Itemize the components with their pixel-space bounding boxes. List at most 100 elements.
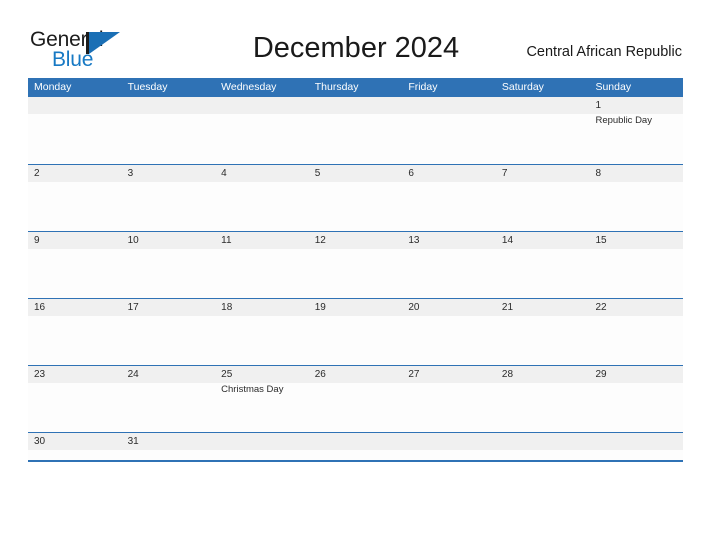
day-number: 23 [34,369,46,380]
calendar-day-cell[interactable]: 2 [28,165,122,231]
calendar-day-cell-empty [215,97,309,164]
day-number: 25 [221,369,233,380]
weekday-header-wednesday: Wednesday [221,81,277,93]
calendar-day-cell[interactable]: 3 [122,165,216,231]
page-header: General Blue December 2024 Central Afric… [0,0,712,78]
calendar-day-cell-empty [309,97,403,164]
calendar-day-cell[interactable]: 1 Republic Day [589,97,683,164]
week-day-cells: 23 24 25 Christmas Day 26 27 28 29 [28,366,683,432]
calendar-day-cell[interactable]: 4 [215,165,309,231]
calendar-day-cell[interactable]: 25 Christmas Day [215,366,309,432]
calendar-day-cell[interactable]: 23 [28,366,122,432]
day-event-label: Christmas Day [221,384,284,395]
day-number: 17 [127,302,139,313]
calendar-day-cell-empty [122,97,216,164]
calendar-day-cell[interactable]: 15 [589,232,683,298]
day-number: 31 [127,436,139,447]
calendar-week-row: 23 24 25 Christmas Day 26 27 28 29 [28,365,683,432]
day-number: 21 [501,302,514,313]
day-number: 27 [408,369,420,380]
day-number: 13 [408,235,420,246]
day-number: 20 [408,302,420,313]
weekday-header-tuesday: Tuesday [127,81,168,93]
day-number: 29 [595,369,607,380]
day-number: 5 [314,168,321,179]
calendar-day-cell[interactable]: 26 [309,366,403,432]
weekday-header-row: Monday Tuesday Wednesday Thursday Friday… [28,78,683,97]
day-number: 3 [127,168,134,179]
day-number: 26 [314,369,326,380]
weekday-header-monday: Monday [34,81,72,93]
weekday-header-thursday: Thursday [314,81,359,93]
calendar-day-cell-empty [402,97,496,164]
week-day-cells: 1 Republic Day [28,97,683,164]
calendar-day-cell[interactable]: 9 [28,232,122,298]
day-number: 8 [595,168,602,179]
day-number: 6 [408,168,414,179]
calendar-week-row: 9 10 11 12 13 14 15 [28,231,683,298]
region-label: Central African Republic [526,44,682,60]
calendar-weeks: 1 Republic Day 2 3 4 5 6 7 8 9 10 11 12 13 14 15 16 17 18 1… [28,97,683,460]
weekday-header-saturday: Saturday [501,81,544,93]
calendar-day-cell[interactable]: 8 [589,165,683,231]
day-number: 28 [501,369,514,380]
calendar-day-cell[interactable]: 22 [589,299,683,365]
day-number: 9 [34,235,40,246]
calendar-day-cell[interactable]: 5 [309,165,403,231]
calendar-day-cell[interactable]: 27 [402,366,496,432]
calendar-day-cell[interactable]: 14 [496,232,590,298]
day-number: 14 [501,235,514,246]
calendar-grid: Monday Tuesday Wednesday Thursday Friday… [28,78,683,462]
day-number: 4 [221,168,227,179]
calendar-day-cell[interactable]: 7 [496,165,590,231]
calendar-day-cell-empty [28,97,122,164]
week-day-cells: 30 31 [28,433,683,460]
calendar-day-cell[interactable]: 18 [215,299,309,365]
calendar-day-cell[interactable]: 29 [589,366,683,432]
calendar-day-cell-empty [496,97,590,164]
day-number: 19 [314,302,326,313]
calendar-bottom-rule [28,460,683,462]
day-number: 30 [34,436,46,447]
day-number: 7 [501,168,508,179]
day-number: 22 [595,302,607,313]
day-number: 11 [221,235,232,246]
day-number: 15 [595,235,607,246]
calendar-day-cell[interactable]: 20 [402,299,496,365]
day-number: 24 [127,369,139,380]
calendar-day-cell-empty [215,433,309,460]
week-day-cells: 9 10 11 12 13 14 15 [28,232,683,298]
calendar-week-row: 2 3 4 5 6 7 8 [28,164,683,231]
weekday-header-friday: Friday [408,81,438,93]
day-number: 2 [34,168,40,179]
calendar-day-cell-empty [589,433,683,460]
weekday-header-sunday: Sunday [595,81,632,93]
day-number: 1 [595,100,602,111]
calendar-week-row: 16 17 18 19 20 21 22 [28,298,683,365]
calendar-day-cell[interactable]: 6 [402,165,496,231]
calendar-day-cell[interactable]: 11 [215,232,309,298]
day-number: 18 [221,302,233,313]
week-day-cells: 2 3 4 5 6 7 8 [28,165,683,231]
calendar-day-cell[interactable]: 21 [496,299,590,365]
calendar-day-cell[interactable]: 17 [122,299,216,365]
calendar-day-cell[interactable]: 24 [122,366,216,432]
calendar-day-cell[interactable]: 28 [496,366,590,432]
day-number: 16 [34,302,46,313]
day-number: 12 [314,235,326,246]
calendar-day-cell[interactable]: 30 [28,433,122,460]
week-day-cells: 16 17 18 19 20 21 22 [28,299,683,365]
calendar-day-cell[interactable]: 12 [309,232,403,298]
calendar-week-row: 30 31 [28,432,683,460]
calendar-day-cell-empty [496,433,590,460]
calendar-day-cell[interactable]: 19 [309,299,403,365]
day-number: 10 [127,235,139,246]
calendar-day-cell[interactable]: 10 [122,232,216,298]
calendar-day-cell[interactable]: 13 [402,232,496,298]
calendar-day-cell-empty [402,433,496,460]
calendar-day-cell[interactable]: 31 [122,433,216,460]
calendar-day-cell-empty [309,433,403,460]
calendar-week-row: 1 Republic Day [28,97,683,164]
calendar-day-cell[interactable]: 16 [28,299,122,365]
day-event-label: Republic Day [595,115,652,126]
